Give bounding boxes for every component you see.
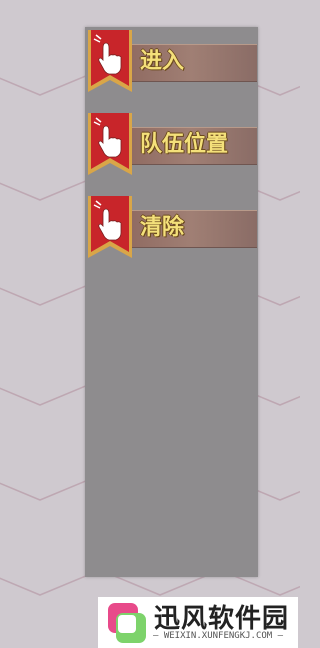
watermark-logo-icon <box>108 603 146 643</box>
menu-item-clear[interactable]: 清除 <box>86 196 257 258</box>
menu-item-enter[interactable]: 进入 <box>86 30 257 92</box>
watermark-title: 迅风软件园 <box>154 604 290 634</box>
tap-hand-icon <box>88 30 132 92</box>
menu-item-label: 清除 <box>140 215 185 240</box>
menu-item-label: 队伍位置 <box>140 132 229 157</box>
tap-hand-icon <box>88 113 132 175</box>
site-watermark: 迅风软件园 – WEIXIN.XUNFENGKJ.COM – <box>98 597 298 648</box>
watermark-url: WEIXIN.XUNFENGKJ.COM <box>163 631 273 641</box>
command-panel <box>85 27 258 577</box>
watermark-subtitle: – WEIXIN.XUNFENGKJ.COM – <box>153 631 284 641</box>
menu-item-team-position[interactable]: 队伍位置 <box>86 113 257 175</box>
menu-item-label: 进入 <box>140 49 185 74</box>
tap-hand-icon <box>88 196 132 258</box>
